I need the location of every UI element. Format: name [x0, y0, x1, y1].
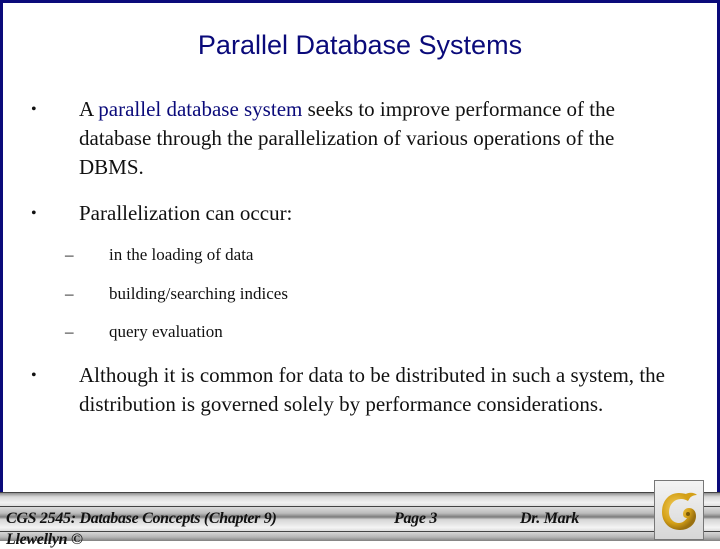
footer-author: Dr. Mark: [520, 510, 579, 527]
bullet-2-text: Parallelization can occur:: [79, 201, 293, 225]
highlighted-term: parallel database system: [98, 97, 303, 121]
bullet-icon: •: [31, 205, 37, 222]
pegasus-logo-icon: [662, 492, 697, 530]
dash-icon: –: [65, 322, 74, 341]
slide-title: Parallel Database Systems: [197, 30, 523, 60]
footer-course: CGS 2545: Database Concepts (Chapter 9): [6, 510, 277, 527]
logo-container: [654, 480, 704, 540]
footer-author-continued: Llewellyn ©: [6, 531, 83, 548]
footer-page-number: Page 3: [394, 510, 438, 527]
dash-icon: –: [65, 284, 74, 303]
slide-footer: CGS 2545: Database Concepts (Chapter 9) …: [0, 492, 720, 548]
bullet-3-text: Although it is common for data to be dis…: [79, 363, 665, 416]
bullet-icon: •: [31, 101, 37, 118]
footer-divider: [0, 506, 720, 507]
dash-icon: –: [65, 245, 74, 264]
bullet-1-text: A parallel database system seeks to impr…: [79, 97, 615, 179]
footer-divider: [0, 531, 720, 532]
bullet-icon: •: [31, 367, 37, 384]
